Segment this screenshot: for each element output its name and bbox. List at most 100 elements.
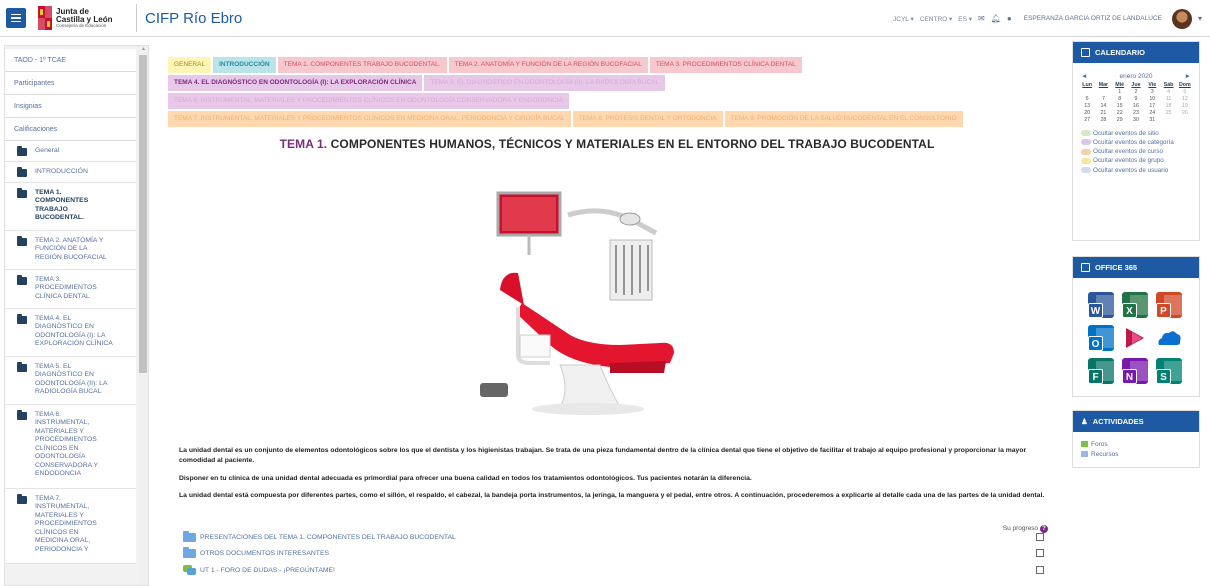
drawer-section-label[interactable]: TEMA 4. EL DIAGNÓSTICO EN ODONTOLOGÍA (I):… xyxy=(35,315,113,356)
powerpoint-icon[interactable]: P xyxy=(1156,292,1182,318)
tab-tema-3[interactable]: TEMA 3. PROCEDIMIENTOS CLÍNICA DENTAL xyxy=(649,57,802,73)
event-filter-label[interactable]: Ocultar eventos de usuario xyxy=(1093,167,1168,174)
calendar-day[interactable]: 21 xyxy=(1095,110,1111,116)
activity-link-recursos[interactable]: Recursos xyxy=(1081,450,1191,460)
activity-row-otros-documentos[interactable]: OTROS DOCUMENTOS INTERESANTES xyxy=(183,546,1049,560)
junta-logo[interactable]: Junta de Castilla y León Consejería de E… xyxy=(38,6,130,30)
drawer-section-label[interactable]: TEMA 2. ANATOMÍA Y FUNCIÓN DE LA REGIÓN BU… xyxy=(35,237,107,269)
calendar-day[interactable]: 4 xyxy=(1160,89,1176,95)
drawer-scrollbar-thumb[interactable] xyxy=(139,55,147,373)
jcyl-menu[interactable]: JCYL xyxy=(893,15,914,23)
calendar-day[interactable]: 26 xyxy=(1177,110,1193,116)
calendar-day[interactable]: 10 xyxy=(1144,96,1160,102)
drawer-section-7[interactable]: TEMA 6. INSTRUMENTAL, MATERIALES Y PROCEDIM… xyxy=(5,405,136,489)
chat-icon[interactable]: ● xyxy=(1007,14,1012,23)
drawer-section-0[interactable]: General xyxy=(5,141,136,162)
activity-name[interactable]: PRESENTACIONES DEL TEMA 1. COMPONENTES D… xyxy=(200,534,456,541)
calendar-day[interactable]: 29 xyxy=(1112,117,1128,123)
event-filter-2[interactable]: Ocultar eventos de curso xyxy=(1081,147,1191,156)
drawer-section-label[interactable]: General xyxy=(35,147,59,161)
centro-menu[interactable]: CENTRO xyxy=(920,15,953,23)
drawer-grades-link[interactable]: Calificaciones xyxy=(5,118,136,141)
onedrive-icon[interactable] xyxy=(1156,325,1182,351)
calendar-day[interactable]: 6 xyxy=(1079,96,1095,102)
event-filter-label[interactable]: Ocultar eventos de sitio xyxy=(1093,130,1159,137)
event-filter-label[interactable]: Ocultar eventos de grupo xyxy=(1093,157,1164,164)
drawer-section-2[interactable]: TEMA 1. COMPONENTES TRABAJO BUCODENTAL. xyxy=(5,183,136,231)
completion-checkbox[interactable] xyxy=(1036,533,1044,541)
word-icon[interactable]: W xyxy=(1088,292,1114,318)
user-name[interactable]: ESPERANZA GARCIA ORTIZ DE LANDALUCE xyxy=(1024,15,1162,22)
outlook-icon[interactable]: O xyxy=(1088,325,1114,351)
event-filter-label[interactable]: Ocultar eventos de curso xyxy=(1093,148,1163,155)
activity-link-label[interactable]: Recursos xyxy=(1091,451,1118,458)
calendar-day[interactable]: 28 xyxy=(1095,117,1111,123)
event-filter-0[interactable]: Ocultar eventos de sitio xyxy=(1081,129,1191,138)
activity-link-label[interactable]: Foros xyxy=(1091,441,1108,448)
messages-icon[interactable]: ✉ xyxy=(978,14,985,23)
calendar-day[interactable]: 16 xyxy=(1128,103,1144,109)
drawer-course-link[interactable]: TAOD - 1º TCAE xyxy=(5,49,136,72)
completion-checkbox[interactable] xyxy=(1036,549,1044,557)
calendar-day[interactable]: 27 xyxy=(1079,117,1095,123)
activity-row-presentaciones[interactable]: PRESENTACIONES DEL TEMA 1. COMPONENTES D… xyxy=(183,530,1049,544)
calendar-day[interactable]: 20 xyxy=(1079,110,1095,116)
activity-row-foro-dudas[interactable]: UT 1 - FORO DE DUDAS - ¡PREGÚNTAME! xyxy=(183,563,1049,577)
event-filter-4[interactable]: Ocultar eventos de usuario xyxy=(1081,166,1191,175)
tab-introduccion[interactable]: INTRODUCCIÓN xyxy=(213,57,276,73)
event-filter-3[interactable]: Ocultar eventos de grupo xyxy=(1081,156,1191,165)
activity-name[interactable]: OTROS DOCUMENTOS INTERESANTES xyxy=(200,550,329,557)
calendar-day[interactable]: 23 xyxy=(1128,110,1144,116)
calendar-day[interactable]: 18 xyxy=(1160,103,1176,109)
drawer-section-5[interactable]: TEMA 4. EL DIAGNÓSTICO EN ODONTOLOGÍA (I):… xyxy=(5,309,136,357)
drawer-section-label[interactable]: INTRODUCCIÓN xyxy=(35,168,88,182)
calendar-day[interactable]: 11 xyxy=(1160,96,1176,102)
drawer-section-4[interactable]: TEMA 3. PROCEDIMIENTOS CLÍNICA DENTAL xyxy=(5,270,136,309)
calendar-day[interactable]: 25 xyxy=(1160,110,1176,116)
drawer-section-label[interactable]: TEMA 5. EL DIAGNÓSTICO EN ODONTOLOGÍA (II)… xyxy=(35,363,107,404)
calendar-day[interactable]: 2 xyxy=(1128,89,1144,95)
calendar-day[interactable]: 19 xyxy=(1177,103,1193,109)
tab-tema-7[interactable]: TEMA 7. INSTRUMENTAL, MATERIALES Y PROCE… xyxy=(168,111,571,127)
forms-icon[interactable]: F xyxy=(1088,358,1114,384)
drawer-section-label[interactable]: TEMA 3. PROCEDIMIENTOS CLÍNICA DENTAL xyxy=(35,276,97,308)
drawer-section-label[interactable]: TEMA 1. COMPONENTES TRABAJO BUCODENTAL. xyxy=(35,189,88,230)
calendar-day[interactable]: 14 xyxy=(1095,103,1111,109)
drawer-section-label[interactable]: TEMA 7. INSTRUMENTAL, MATERIALES Y PROCEDIM… xyxy=(35,495,97,563)
drawer-scrollbar[interactable]: ▲ xyxy=(137,46,148,585)
tab-tema-4[interactable]: TEMA 4. EL DIAGNÓSTICO EN ODONTOLOGÍA (I… xyxy=(168,75,423,91)
calendar-day[interactable]: 5 xyxy=(1177,89,1193,95)
drawer-participants-link[interactable]: Participantes xyxy=(5,72,136,95)
tab-general[interactable]: General xyxy=(168,57,212,73)
tab-tema-8[interactable]: TEMA 8. PRÓTESIS DENTAL Y ORTODONCIA xyxy=(572,111,723,127)
calendar-day[interactable]: 3 xyxy=(1144,89,1160,95)
event-filter-1[interactable]: Ocultar eventos de categoría xyxy=(1081,138,1191,147)
excel-icon[interactable]: X xyxy=(1122,292,1148,318)
completion-checkbox[interactable] xyxy=(1036,566,1044,574)
calendar-day[interactable]: 30 xyxy=(1128,117,1144,123)
language-menu[interactable]: ES xyxy=(958,15,972,23)
scroll-up-arrow-icon[interactable]: ▲ xyxy=(141,46,146,52)
tab-tema-1[interactable]: TEMA 1. COMPONENTES TRABAJO BUCODENTAL. xyxy=(277,57,447,73)
calendar-day[interactable]: 9 xyxy=(1128,96,1144,102)
drawer-section-label[interactable]: TEMA 6. INSTRUMENTAL, MATERIALES Y PROCEDIM… xyxy=(35,411,98,488)
tab-tema-5[interactable]: TEMA 5. EL DIAGNÓSTICO EN ODONTOLOGÍA (I… xyxy=(424,75,666,91)
calendar-day[interactable]: 1 xyxy=(1112,89,1128,95)
calendar-day[interactable]: 12 xyxy=(1177,96,1193,102)
prev-month-arrow-icon[interactable]: ◄ xyxy=(1081,73,1087,80)
drawer-section-3[interactable]: TEMA 2. ANATOMÍA Y FUNCIÓN DE LA REGIÓN BU… xyxy=(5,231,136,270)
calendar-day[interactable]: 24 xyxy=(1144,110,1160,116)
calendar-day[interactable]: 22 xyxy=(1112,110,1128,116)
calendar-day[interactable]: 13 xyxy=(1079,103,1095,109)
drawer-section-8[interactable]: TEMA 7. INSTRUMENTAL, MATERIALES Y PROCEDIM… xyxy=(5,489,136,564)
drawer-section-1[interactable]: INTRODUCCIÓN xyxy=(5,162,136,183)
event-filter-label[interactable]: Ocultar eventos de categoría xyxy=(1093,139,1174,146)
notifications-bell-icon[interactable]: 🔔︎ xyxy=(991,14,1001,23)
user-menu-caret-icon[interactable]: ▾ xyxy=(1198,14,1202,23)
site-name-link[interactable]: CIFP Río Ebro xyxy=(145,10,242,27)
sway-icon[interactable]: S xyxy=(1156,358,1182,384)
stream-icon[interactable] xyxy=(1122,325,1148,351)
user-avatar[interactable] xyxy=(1171,8,1192,29)
activity-link-foros[interactable]: Foros xyxy=(1081,440,1191,450)
calendar-day[interactable]: 15 xyxy=(1112,103,1128,109)
